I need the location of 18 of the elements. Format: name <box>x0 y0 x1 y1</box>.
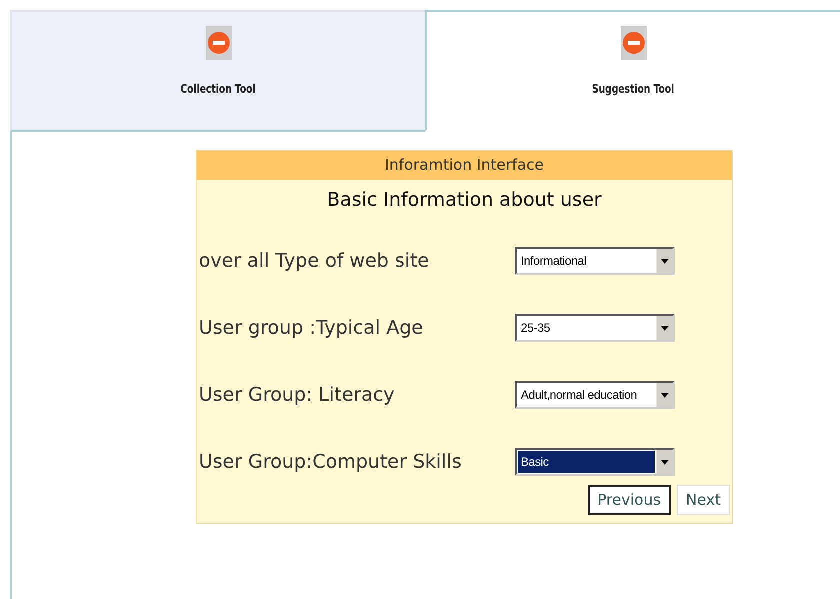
form-heading: Basic Information about user <box>326 189 603 211</box>
minus-icon <box>206 26 232 60</box>
panel-header: Inforamtion Interface <box>197 151 732 180</box>
tab[interactable]: Collection Tool <box>10 10 425 132</box>
tab-label: Collection Tool <box>180 82 256 96</box>
tab-label: Suggestion Tool <box>592 82 675 96</box>
nav-button[interactable]: Next <box>677 485 730 515</box>
field-label: over all Type of web site <box>199 250 430 272</box>
field-label: User Group:Computer Skills <box>199 450 463 472</box>
dropdown[interactable]: Adult,normal education <box>515 380 675 408</box>
field-label: User group :Typical Age <box>199 316 424 338</box>
dropdown[interactable]: Basic <box>515 448 675 476</box>
nav-button[interactable]: Previous <box>588 485 672 515</box>
dropdown[interactable]: 25-35 <box>515 314 675 342</box>
minus-icon <box>620 26 646 60</box>
dropdown[interactable]: Informational <box>515 246 675 274</box>
field-label: User Group: Literacy <box>199 384 396 406</box>
tab[interactable]: Suggestion Tool <box>425 10 840 132</box>
